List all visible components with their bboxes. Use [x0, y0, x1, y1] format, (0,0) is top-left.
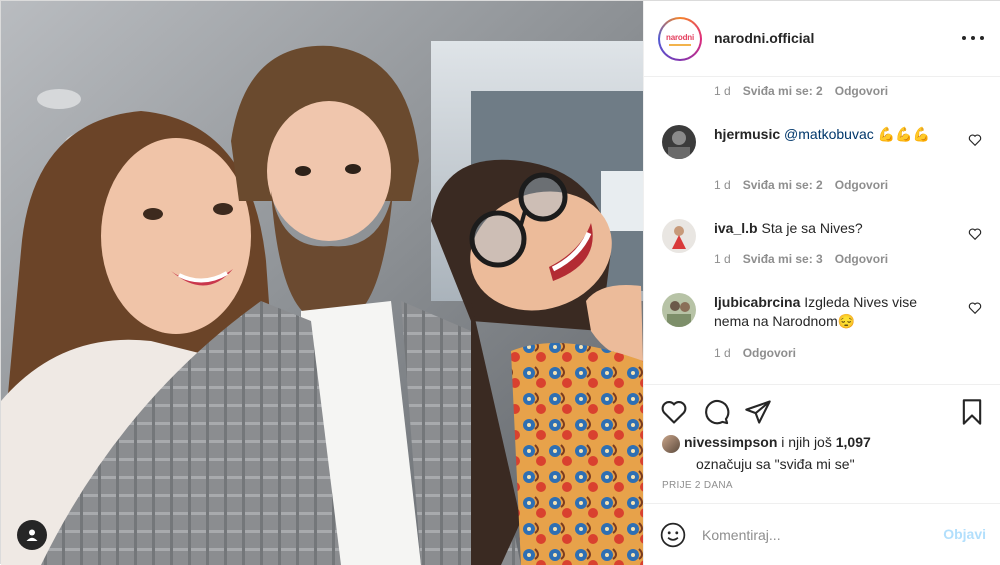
reply-button[interactable]: Odgovori: [835, 84, 888, 98]
comment-age: 1 d: [714, 346, 731, 360]
post-header: narodni narodni.official: [644, 1, 1000, 77]
comment-item: ljubicabrcina Izgleda Nives vise nema na…: [662, 293, 982, 339]
comment-text: ljubicabrcina Izgleda Nives vise nema na…: [714, 293, 954, 331]
emoji-icon[interactable]: [660, 522, 686, 548]
comment-item: iva_l.b Sta je sa Nives?: [662, 219, 982, 253]
likes-count[interactable]: 1,097: [836, 434, 871, 450]
heart-icon[interactable]: [968, 133, 982, 147]
avatar[interactable]: [662, 293, 696, 327]
logo-text: narodni: [666, 32, 694, 42]
reply-button[interactable]: Odgovori: [835, 252, 888, 266]
comment-body: 💪💪💪: [873, 126, 930, 142]
bookmark-icon[interactable]: [958, 398, 986, 426]
avatar[interactable]: [662, 125, 696, 159]
comment-icon[interactable]: [702, 398, 730, 426]
user-tag-icon[interactable]: [17, 520, 47, 550]
comment-username[interactable]: iva_l.b: [714, 220, 758, 236]
comment-likes[interactable]: Sviđa mi se: 2: [743, 84, 823, 98]
liker-username[interactable]: nivessimpson: [684, 434, 777, 450]
add-comment-bar: Objavi: [644, 503, 1000, 565]
post-actions: [644, 384, 1000, 440]
avatar[interactable]: [662, 219, 696, 253]
comment-age: 1 d: [714, 252, 731, 266]
post-sidebar: narodni narodni.official 1 d Sviđa mi se…: [643, 1, 1000, 565]
comment-username[interactable]: ljubicabrcina: [714, 294, 800, 310]
comment-meta: 1 d Sviđa mi se: 3 Odgovori: [714, 252, 888, 266]
likes-line: nivessimpson i njih još 1,097: [684, 433, 871, 452]
comment-meta: 1 d Odgovori: [714, 346, 796, 360]
comment-likes[interactable]: Sviđa mi se: 3: [743, 252, 823, 266]
comment-input[interactable]: [702, 524, 922, 546]
comment-mention[interactable]: @matkobuvac: [784, 126, 874, 142]
post-comment-button[interactable]: Objavi: [943, 526, 986, 542]
comment-item: hjermusic @matkobuvac 💪💪💪: [662, 125, 982, 175]
comment-body: Sta je sa Nives?: [761, 220, 863, 236]
likes-line-2: označuju sa "sviđa mi se": [696, 456, 855, 472]
reply-button[interactable]: Odgovori: [835, 178, 888, 192]
likes-connector: i njih još: [777, 434, 836, 450]
comment-text: iva_l.b Sta je sa Nives?: [714, 219, 954, 238]
comment-meta: 1 d Sviđa mi se: 2 Odgovori: [714, 178, 888, 192]
selfie-image: [1, 1, 643, 565]
post-date[interactable]: PRIJE 2 DANA: [662, 480, 733, 491]
comment-likes[interactable]: Sviđa mi se: 2: [743, 178, 823, 192]
post-photo[interactable]: [1, 1, 643, 565]
logo: narodni: [660, 19, 700, 59]
heart-icon[interactable]: [968, 227, 982, 241]
comment-age: 1 d: [714, 178, 731, 192]
more-options-icon[interactable]: [962, 29, 984, 47]
avatar[interactable]: [662, 435, 680, 453]
comment-age: 1 d: [714, 84, 731, 98]
comment-meta: 1 d Sviđa mi se: 2 Odgovori: [714, 84, 888, 98]
account-avatar[interactable]: narodni: [658, 17, 702, 61]
account-username[interactable]: narodni.official: [714, 30, 814, 46]
heart-icon[interactable]: [660, 398, 688, 426]
instagram-post-modal: narodni narodni.official 1 d Sviđa mi se…: [0, 0, 1000, 565]
reply-button[interactable]: Odgovori: [743, 346, 796, 360]
heart-icon[interactable]: [968, 301, 982, 315]
comment-text: hjermusic @matkobuvac 💪💪💪: [714, 125, 954, 144]
share-icon[interactable]: [744, 398, 772, 426]
logo-underline: [669, 43, 691, 46]
comment-username[interactable]: hjermusic: [714, 126, 780, 142]
